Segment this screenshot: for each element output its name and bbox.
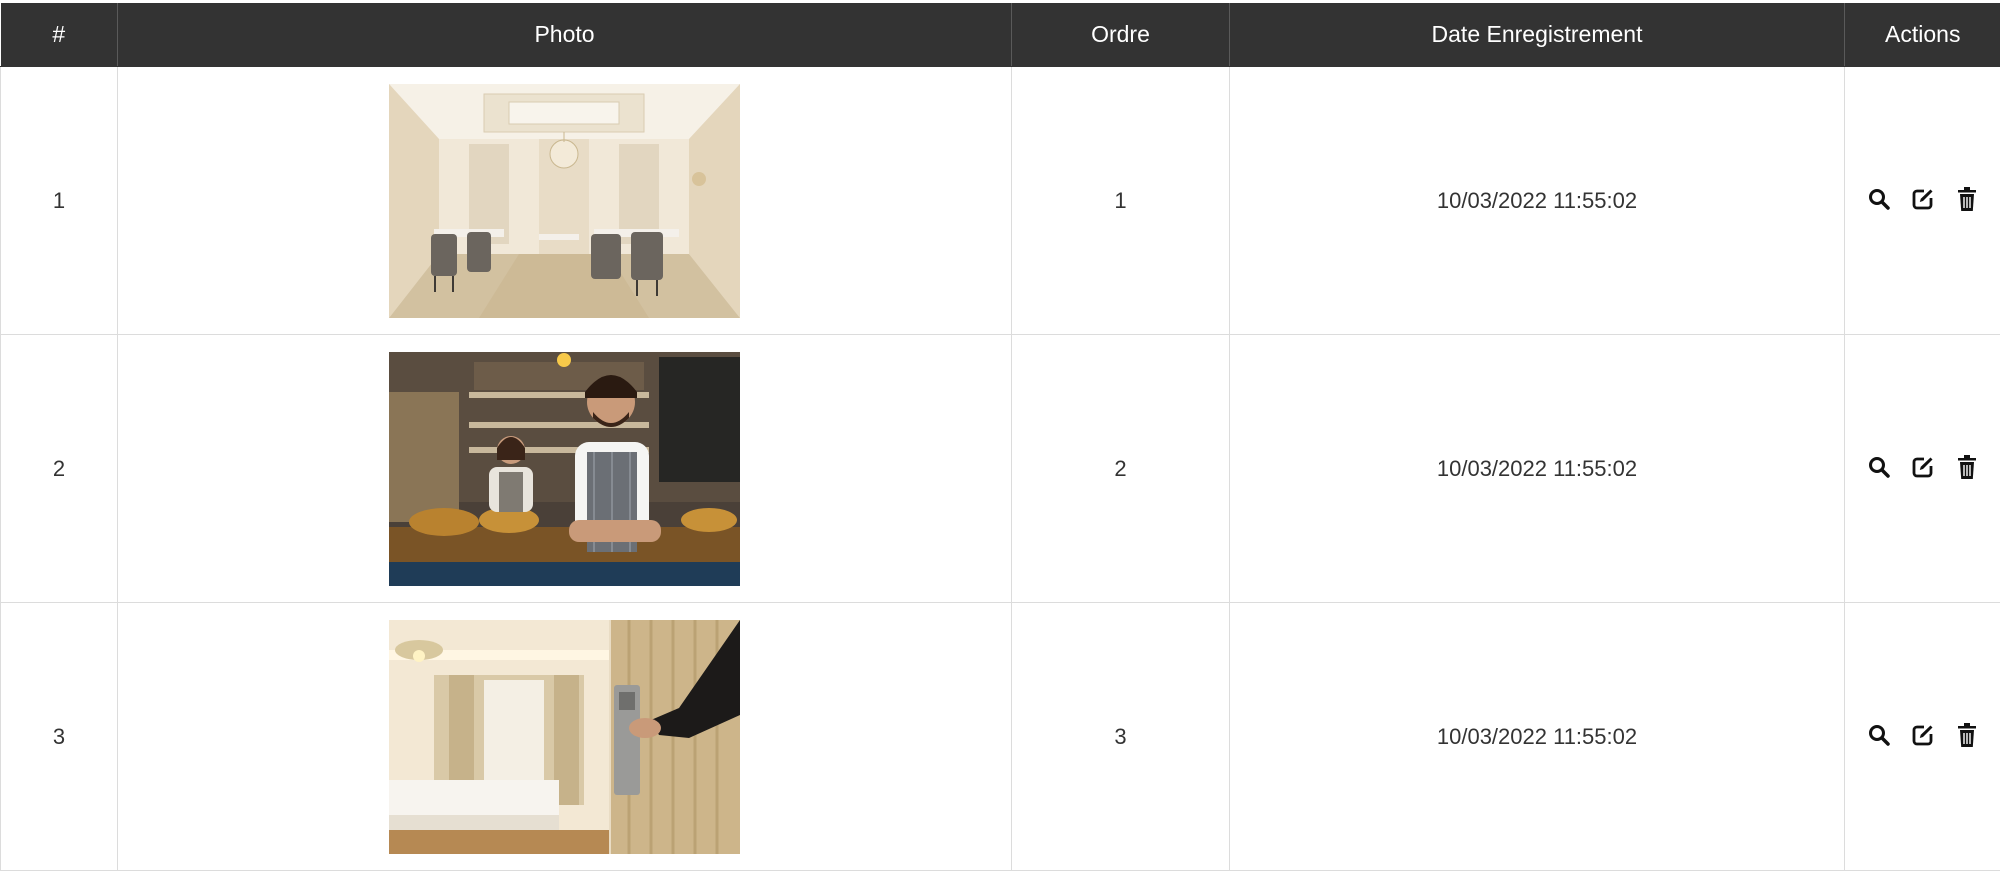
photos-table: # Photo Ordre Date Enregistrement Action… (0, 3, 2000, 871)
actions-cell (1844, 602, 2000, 871)
edit-icon[interactable] (1910, 453, 1936, 481)
edit-icon[interactable] (1910, 721, 1936, 749)
photo-cell (117, 602, 1012, 871)
row-number: 2 (0, 334, 118, 603)
hotel-room-door-photo[interactable] (389, 619, 740, 854)
date-cell: 10/03/2022 11:55:02 (1229, 334, 1845, 603)
search-icon[interactable] (1866, 721, 1892, 749)
column-header-actions: Actions (1844, 3, 2000, 67)
table-row: 3 3 10/03/2022 11:55:02 (0, 602, 2000, 871)
actions-cell (1844, 334, 2000, 603)
table-row: 1 1 10/03/2022 11:55:02 (0, 66, 2000, 335)
column-header-photo[interactable]: Photo (117, 3, 1012, 67)
column-header-number[interactable]: # (0, 3, 118, 67)
table-header-row: # Photo Ordre Date Enregistrement Action… (0, 3, 2000, 67)
trash-icon[interactable] (1954, 721, 1980, 749)
actions-cell (1844, 66, 2000, 335)
photo-cell (117, 334, 1012, 603)
restaurant-interior-photo[interactable] (389, 83, 740, 318)
ordre-cell: 1 (1011, 66, 1230, 335)
trash-icon[interactable] (1954, 185, 1980, 213)
column-header-date[interactable]: Date Enregistrement (1229, 3, 1845, 67)
edit-icon[interactable] (1910, 185, 1936, 213)
date-cell: 10/03/2022 11:55:02 (1229, 602, 1845, 871)
column-header-ordre[interactable]: Ordre (1011, 3, 1230, 67)
search-icon[interactable] (1866, 453, 1892, 481)
bakery-staff-photo[interactable] (389, 351, 740, 586)
date-cell: 10/03/2022 11:55:02 (1229, 66, 1845, 335)
ordre-cell: 3 (1011, 602, 1230, 871)
row-number: 1 (0, 66, 118, 335)
row-number: 3 (0, 602, 118, 871)
trash-icon[interactable] (1954, 453, 1980, 481)
search-icon[interactable] (1866, 185, 1892, 213)
table-row: 2 2 10/03/2022 11:55:02 (0, 334, 2000, 603)
photo-cell (117, 66, 1012, 335)
ordre-cell: 2 (1011, 334, 1230, 603)
